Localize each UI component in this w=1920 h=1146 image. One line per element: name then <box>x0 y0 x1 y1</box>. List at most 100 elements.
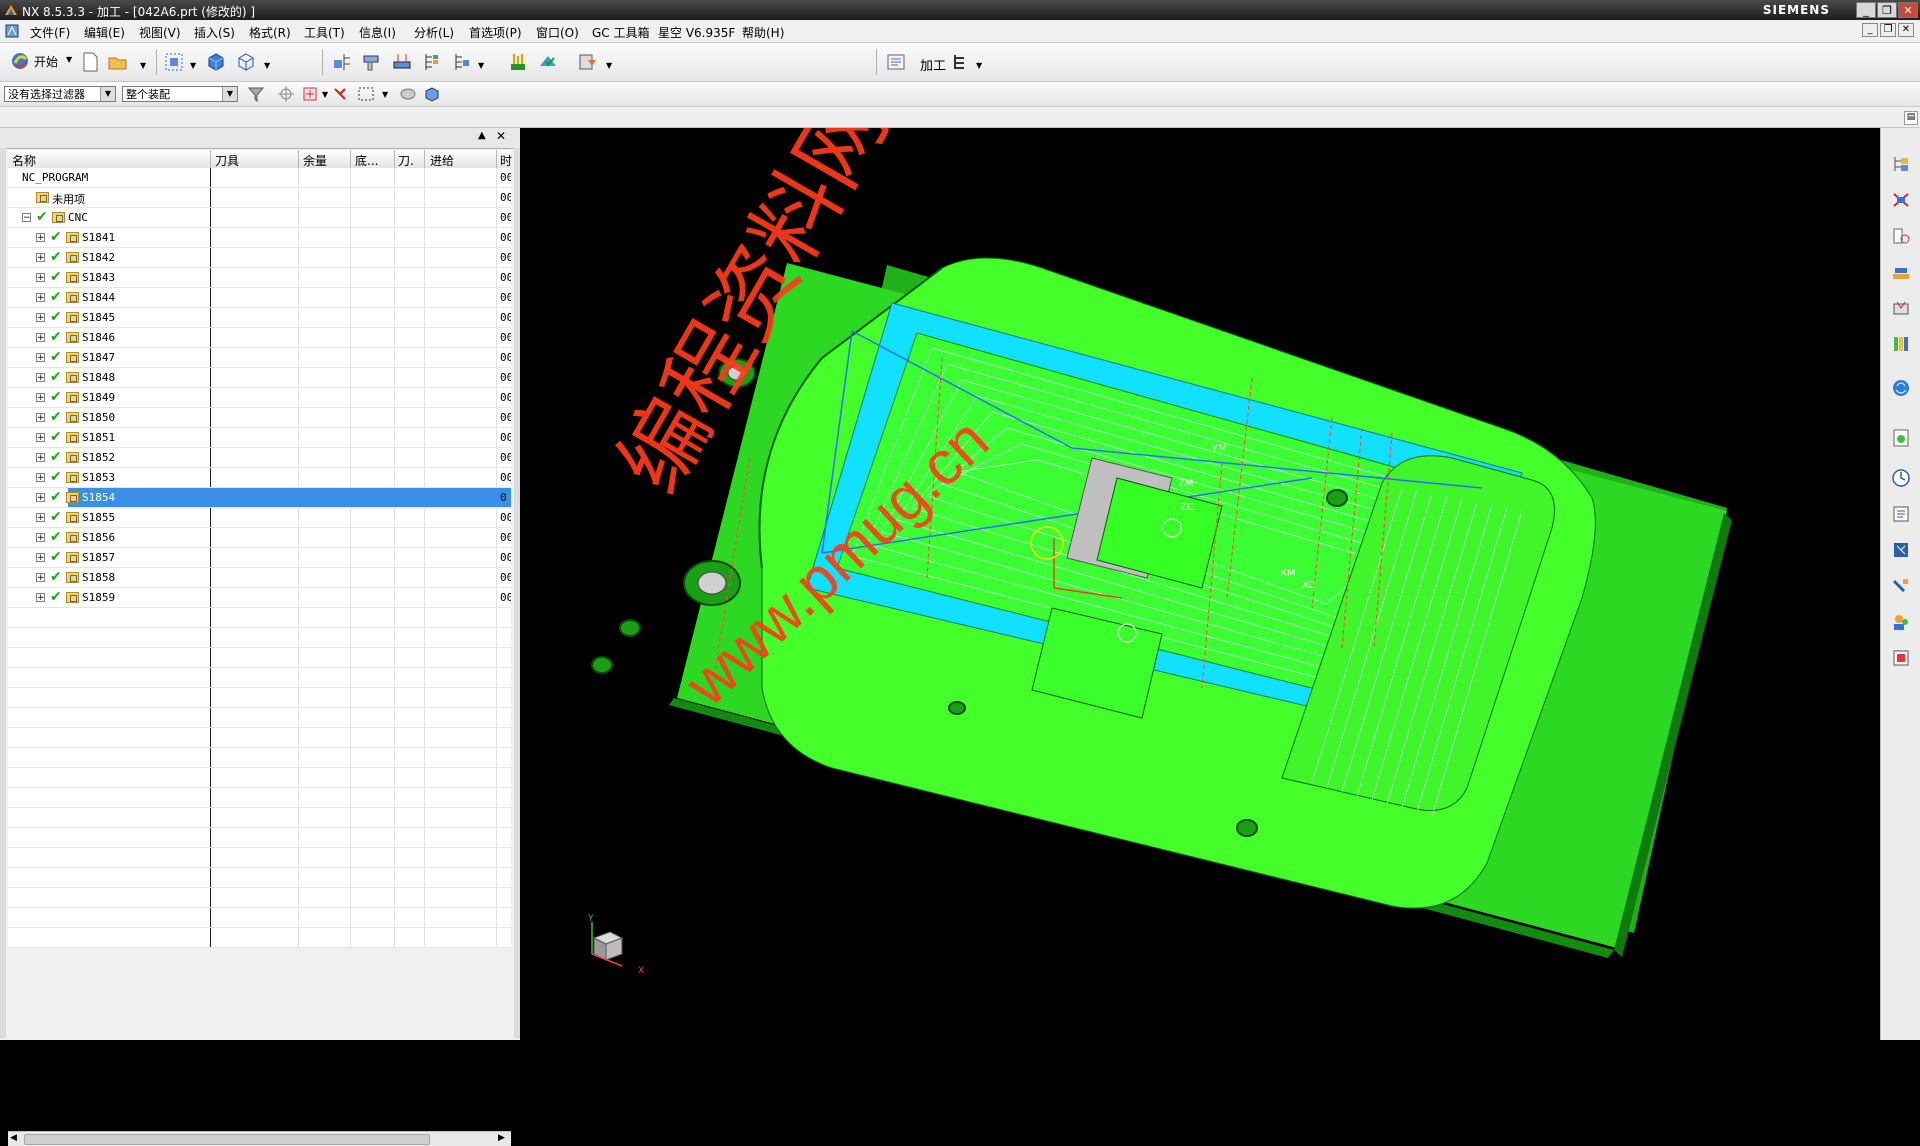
table-row[interactable]: + ✔ S1848 00 <box>8 368 511 388</box>
table-row[interactable]: + ✔ S1844 00 <box>8 288 511 308</box>
table-row[interactable]: + ✔ S1841 00 <box>8 228 511 248</box>
menu-format[interactable]: 格式(R) <box>249 24 291 41</box>
filter-icon[interactable] <box>246 84 266 104</box>
generate-path-icon[interactable] <box>508 52 528 72</box>
menu-insert[interactable]: 插入(S) <box>194 24 235 41</box>
menu-help[interactable]: 帮助(H) <box>742 24 784 41</box>
table-row[interactable]: + ✔ S1858 00 <box>8 568 511 588</box>
navigator-collapse-icon[interactable]: ▲ <box>478 130 486 141</box>
table-row[interactable]: + ✔ S1849 00 <box>8 388 511 408</box>
table-row[interactable]: + ✔ S1845 00 <box>8 308 511 328</box>
table-row[interactable]: NC_PROGRAM 00 <box>8 168 511 188</box>
machining-label[interactable]: 加工 <box>920 55 946 74</box>
table-row[interactable]: + ✔ S1847 00 <box>8 348 511 368</box>
collapse-icon[interactable]: − <box>22 213 31 223</box>
palette-icon[interactable] <box>1891 504 1911 524</box>
create-operation-icon[interactable] <box>452 52 472 72</box>
menu-file[interactable]: 文件(F) <box>30 24 70 41</box>
snap-point-icon[interactable] <box>300 84 320 104</box>
menu-tools[interactable]: 工具(T) <box>304 24 345 41</box>
system-materials-icon[interactable] <box>1891 334 1911 354</box>
create-program-icon[interactable] <box>332 52 352 72</box>
table-row[interactable]: + ✔ S1854 0 <box>8 488 511 508</box>
table-row[interactable]: + ✔ S1855 00 <box>8 508 511 528</box>
menu-analysis[interactable]: 分析(L) <box>414 24 454 41</box>
create-tool-icon[interactable] <box>362 52 382 72</box>
table-row[interactable]: 未用项 00 <box>8 188 511 208</box>
expand-icon[interactable]: + <box>36 393 45 403</box>
table-row[interactable]: + ✔ S1859 00 <box>8 588 511 608</box>
fit-view-icon[interactable] <box>164 52 184 72</box>
table-row[interactable]: + ✔ S1846 00 <box>8 328 511 348</box>
expand-icon[interactable]: + <box>36 313 45 323</box>
chevron-down-icon[interactable]: ▼ <box>190 61 196 70</box>
expand-icon[interactable]: + <box>36 413 45 423</box>
machine-tool-navigator-icon[interactable] <box>1891 576 1911 596</box>
expand-icon[interactable]: + <box>36 433 45 443</box>
menu-edit[interactable]: 编辑(E) <box>84 24 125 41</box>
chevron-down-icon[interactable]: ▼ <box>478 61 484 70</box>
table-row[interactable]: + ✔ S1857 00 <box>8 548 511 568</box>
shaded-view-icon[interactable] <box>206 52 226 72</box>
table-row[interactable]: + ✔ S1843 00 <box>8 268 511 288</box>
user-roles-icon[interactable] <box>1891 612 1911 632</box>
table-row[interactable]: + ✔ S1852 00 <box>8 448 511 468</box>
type-filter-select[interactable]: 没有选择过滤器 ▼ <box>4 86 116 102</box>
expand-icon[interactable]: + <box>36 373 45 383</box>
navigator-close-button[interactable]: ✕ <box>496 129 506 143</box>
history-icon[interactable] <box>1891 468 1911 488</box>
expand-icon[interactable]: + <box>36 533 45 543</box>
column-floor[interactable]: 底... <box>355 152 391 169</box>
layout-toggle-icon[interactable]: ▤ <box>1904 111 1918 125</box>
assembly-icon[interactable] <box>422 84 442 104</box>
hd3d-icon[interactable] <box>1891 298 1911 318</box>
menu-window[interactable]: 窗口(O) <box>536 24 579 41</box>
chevron-down-icon[interactable]: ▼ <box>382 90 388 99</box>
chevron-down-icon[interactable]: ▼ <box>606 61 612 70</box>
process-icon[interactable] <box>1891 428 1911 448</box>
new-file-icon[interactable] <box>80 52 100 72</box>
column-tool-number[interactable]: 刀. <box>398 152 414 169</box>
post-process-icon[interactable] <box>578 52 598 72</box>
chevron-down-icon[interactable]: ▼ <box>976 61 982 70</box>
expand-icon[interactable]: + <box>36 333 45 343</box>
machine-tool-view-icon[interactable] <box>886 52 906 72</box>
table-row[interactable]: + ✔ S1842 00 <box>8 248 511 268</box>
menu-information[interactable]: 信息(I) <box>359 24 396 41</box>
create-geometry-icon[interactable] <box>392 52 412 72</box>
reset-icon[interactable] <box>330 84 350 104</box>
info-window-icon[interactable] <box>1891 648 1911 668</box>
expand-icon[interactable]: + <box>36 253 45 263</box>
select-box-icon[interactable] <box>356 84 376 104</box>
horizontal-scrollbar[interactable]: ◀ ▶ <box>8 1131 511 1146</box>
start-button[interactable]: 开始 ▼ <box>8 49 74 73</box>
close-button[interactable]: ✕ <box>1898 2 1918 18</box>
app-icon[interactable] <box>4 23 20 39</box>
menu-xingkong[interactable]: 星空 V6.935F <box>658 24 735 41</box>
reuse-library-icon[interactable] <box>1891 262 1911 282</box>
graphics-window[interactable]: YM ZM ZC XM XC 编程资料网 www.pmug.cn Y X <box>522 128 1880 1040</box>
part-navigator-icon[interactable] <box>1891 226 1911 246</box>
create-method-icon[interactable] <box>422 52 442 72</box>
menu-gc-toolkit[interactable]: GC 工具箱 <box>592 24 650 41</box>
expand-icon[interactable]: + <box>36 473 45 483</box>
menu-view[interactable]: 视图(V) <box>139 24 181 41</box>
verify-path-icon[interactable] <box>538 52 558 72</box>
assembly-navigator-icon[interactable] <box>1891 154 1911 174</box>
table-row[interactable]: + ✔ S1856 00 <box>8 528 511 548</box>
chevron-down-icon[interactable]: ▼ <box>264 61 270 70</box>
expand-icon[interactable]: + <box>36 493 45 503</box>
expand-icon[interactable]: + <box>36 553 45 563</box>
hidden-objects-icon[interactable] <box>398 84 418 104</box>
expand-icon[interactable]: + <box>36 233 45 243</box>
open-file-icon[interactable] <box>108 52 128 72</box>
chevron-down-icon[interactable]: ▼ <box>140 61 146 70</box>
expand-icon[interactable]: + <box>36 573 45 583</box>
expand-icon[interactable]: + <box>36 353 45 363</box>
scroll-right-icon[interactable]: ▶ <box>498 1133 505 1143</box>
constraint-navigator-icon[interactable] <box>1891 190 1911 210</box>
web-browser-icon[interactable] <box>1891 378 1911 398</box>
doc-close-button[interactable]: ✕ <box>1898 23 1914 37</box>
maximize-button[interactable]: ❐ <box>1877 2 1897 18</box>
minimize-button[interactable]: _ <box>1856 2 1876 18</box>
